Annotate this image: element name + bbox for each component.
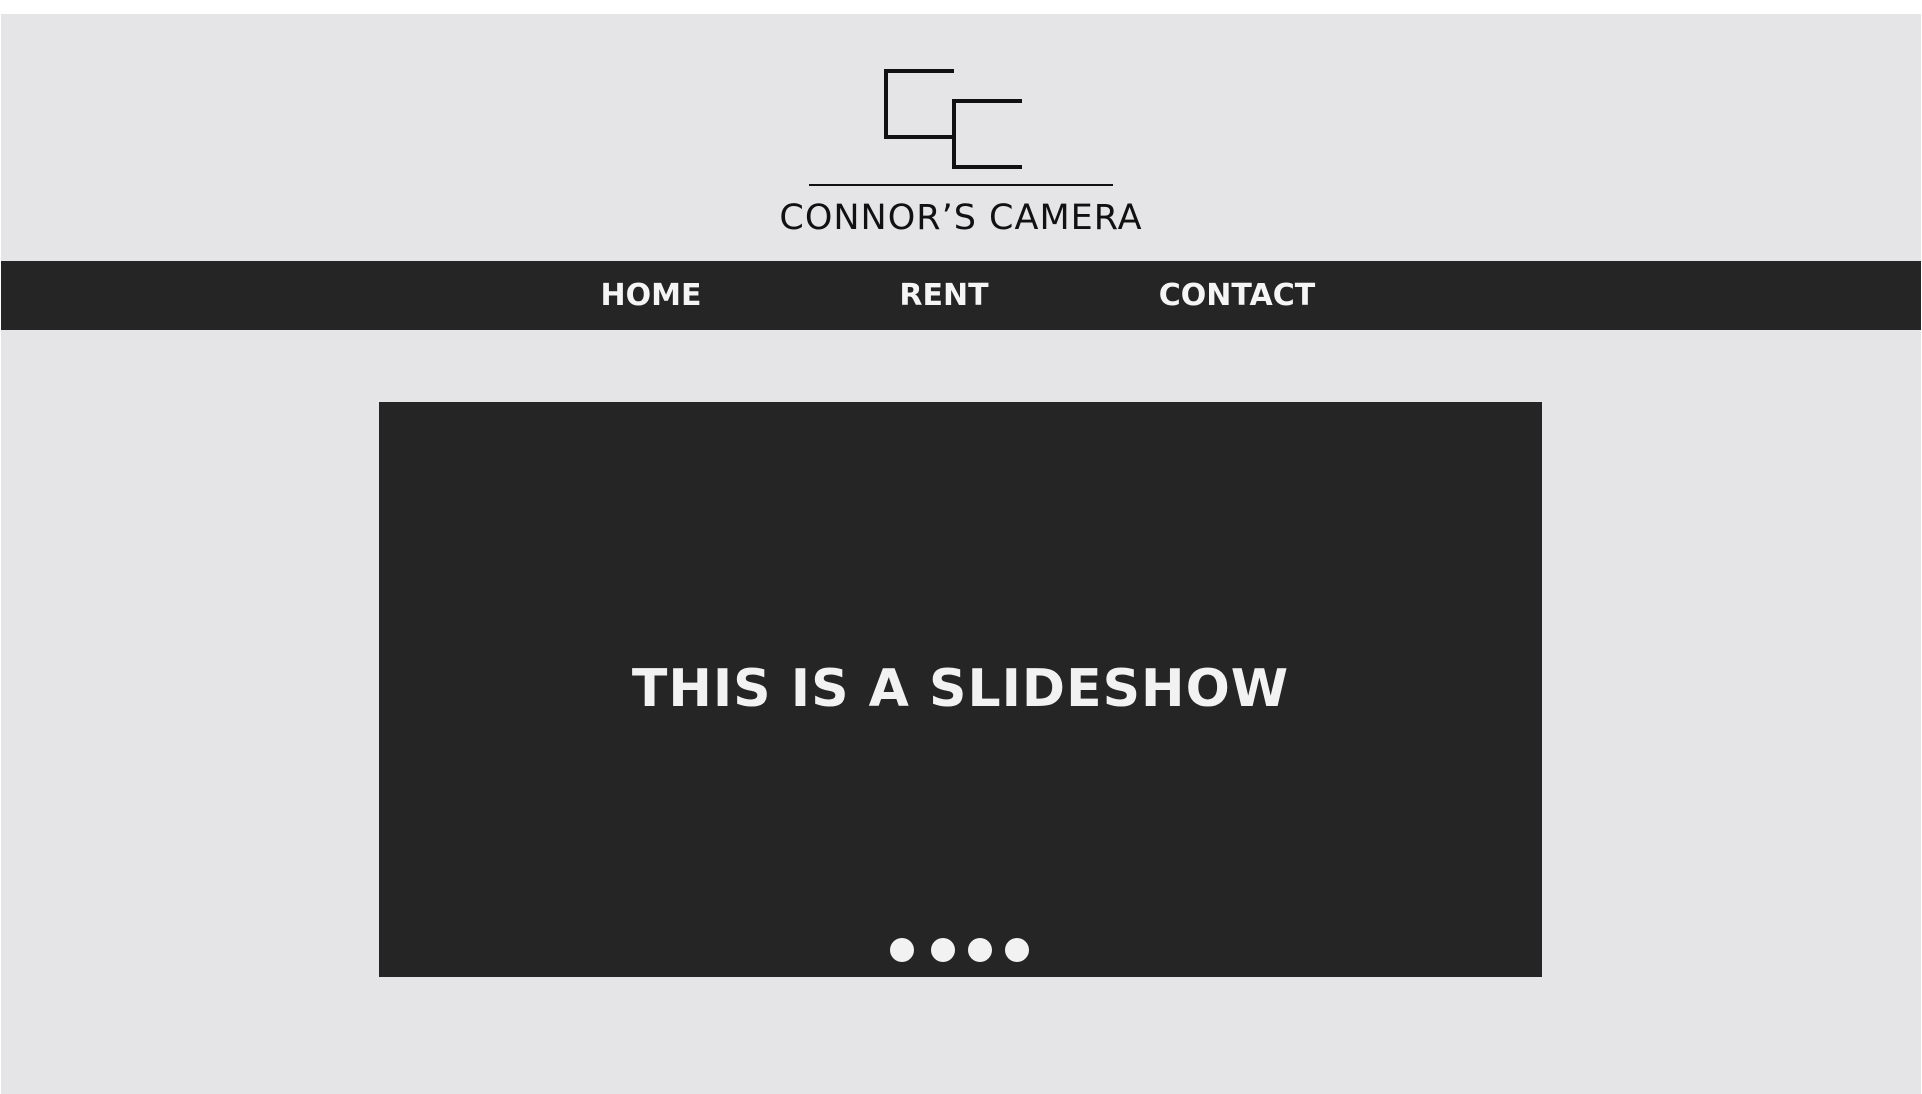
nav-item-rent[interactable]: RENT — [854, 261, 1034, 330]
slide-caption: THIS IS A SLIDESHOW — [631, 659, 1290, 719]
slide-dot-1[interactable] — [890, 938, 914, 962]
logo-divider — [809, 184, 1113, 186]
site-header: CONNOR’S CAMERA — [1, 14, 1921, 261]
nav-item-home[interactable]: HOME — [561, 261, 741, 330]
page: CONNOR’S CAMERA HOME RENT CONTACT THIS I… — [1, 14, 1921, 1094]
main-nav: HOME RENT CONTACT — [1, 261, 1921, 330]
brand-name: CONNOR’S CAMERA — [779, 198, 1143, 238]
slideshow[interactable]: THIS IS A SLIDESHOW — [379, 402, 1542, 977]
slide-dot-4[interactable] — [1005, 938, 1029, 962]
cc-monogram-icon — [884, 69, 1022, 169]
slide-indicators — [890, 938, 1040, 962]
nav-item-contact[interactable]: CONTACT — [1137, 261, 1337, 330]
slide-dot-3[interactable] — [968, 938, 992, 962]
slide-dot-2[interactable] — [931, 938, 955, 962]
